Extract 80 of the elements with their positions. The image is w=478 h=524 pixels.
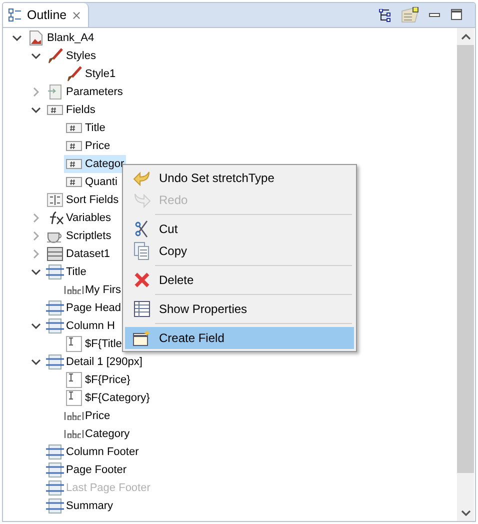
- table-view-icon[interactable]: [401, 7, 419, 23]
- maximize-icon[interactable]: [451, 9, 463, 21]
- tree-item[interactable]: Price: [64, 137, 112, 155]
- sort-icon: [47, 193, 63, 207]
- menu-item[interactable]: Delete: [125, 269, 354, 291]
- band-icon: [46, 300, 64, 316]
- chevron-down-icon[interactable]: [30, 107, 40, 113]
- parameters-icon: [47, 84, 63, 100]
- brush-icon: [66, 66, 82, 82]
- outline-icon: [8, 8, 22, 22]
- tree-item[interactable]: Dataset1: [45, 245, 112, 263]
- dataset-icon: [47, 247, 63, 261]
- band-icon: [46, 354, 64, 370]
- minimize-icon[interactable]: [429, 12, 441, 18]
- hierarchy-icon[interactable]: [379, 8, 391, 22]
- tree-item[interactable]: Styles: [45, 47, 98, 65]
- text-field-icon: [66, 336, 82, 352]
- field-icon: [66, 177, 82, 187]
- new-field-icon: [133, 330, 151, 346]
- tree-item[interactable]: Style1: [64, 65, 118, 83]
- tree-item[interactable]: Variables: [45, 209, 114, 227]
- tree-item[interactable]: Quanti: [64, 173, 120, 191]
- brush-icon: [47, 48, 63, 64]
- label-icon: [64, 286, 84, 294]
- chevron-down-icon[interactable]: [30, 53, 40, 59]
- tree-item[interactable]: Category: [64, 425, 132, 443]
- field-icon: [66, 123, 82, 133]
- tree-item[interactable]: Page Head: [45, 299, 124, 317]
- tree-item[interactable]: Page Footer: [45, 461, 129, 479]
- band-icon: [46, 462, 64, 478]
- tree-item[interactable]: Detail 1 [290px]: [45, 353, 144, 371]
- tree-item[interactable]: Sort Fields: [45, 191, 121, 209]
- tree-item[interactable]: Column Footer: [45, 443, 141, 461]
- tree-item[interactable]: $F{Title: [64, 335, 124, 353]
- label-icon: [64, 412, 84, 420]
- scissors-icon: [135, 220, 149, 238]
- tree-item[interactable]: Price: [64, 407, 112, 425]
- chevron-down-icon[interactable]: [460, 510, 470, 516]
- label-icon: [64, 430, 84, 438]
- redo-icon: [133, 192, 151, 208]
- field-icon: [66, 141, 82, 151]
- close-button[interactable]: ⨯: [72, 8, 82, 22]
- tree-item[interactable]: Blank_A4: [26, 29, 96, 47]
- tree-item[interactable]: Categor: [64, 155, 126, 173]
- tree-item[interactable]: Parameters: [45, 83, 125, 101]
- band-icon: [46, 264, 64, 280]
- tree-item[interactable]: $F{Price}: [64, 371, 132, 389]
- band-icon: [46, 444, 64, 460]
- tree-item[interactable]: Title: [64, 119, 108, 137]
- tree-item[interactable]: Scriptlets: [45, 227, 114, 245]
- report-icon: [29, 30, 43, 46]
- menu-item[interactable]: Undo Set stretchType: [125, 167, 354, 189]
- tree-item[interactable]: My Firs: [64, 281, 124, 299]
- tree-item[interactable]: Title: [45, 263, 88, 281]
- chevron-down-icon[interactable]: [30, 323, 40, 329]
- field-icon: [66, 159, 82, 169]
- text-field-icon: [66, 372, 82, 388]
- delete-icon: [134, 272, 150, 288]
- band-icon: [46, 498, 64, 514]
- table-icon: [134, 301, 150, 317]
- copy-icon: [134, 242, 150, 260]
- chevron-down-icon[interactable]: [30, 269, 40, 275]
- tab-title: Outline: [27, 8, 67, 22]
- undo-icon: [133, 170, 151, 186]
- outline-tab[interactable]: Outline ⨯: [3, 3, 89, 27]
- field-icon: [47, 105, 63, 115]
- tree-item[interactable]: Column H: [45, 317, 117, 335]
- menu-item[interactable]: Cut: [125, 218, 354, 240]
- tree-item[interactable]: $F{Category}: [64, 389, 152, 407]
- menu-item[interactable]: Copy: [125, 240, 354, 262]
- band-icon: [46, 318, 64, 334]
- menu-item[interactable]: Create Field: [125, 327, 354, 349]
- menu-item[interactable]: Show Properties: [125, 298, 354, 320]
- chevron-down-icon[interactable]: [12, 35, 22, 41]
- text-field-icon: [66, 390, 82, 406]
- chevron-up-icon[interactable]: [460, 34, 470, 40]
- tree-item[interactable]: Fields: [45, 101, 98, 119]
- chevron-down-icon[interactable]: [30, 359, 40, 365]
- band-icon: [46, 480, 64, 496]
- tree-item[interactable]: Summary: [45, 497, 116, 515]
